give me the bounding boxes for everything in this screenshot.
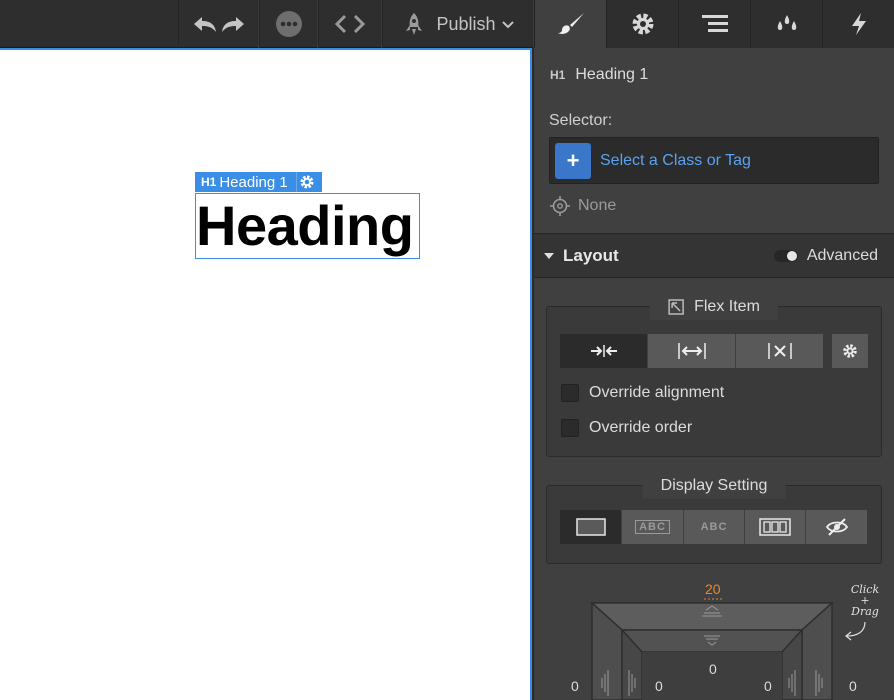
layout-title[interactable]: Layout — [544, 246, 619, 266]
interactions-tab[interactable] — [822, 0, 894, 48]
style-panel: H1 Heading 1 Selector: + Select a Class … — [534, 48, 894, 700]
code-export-button[interactable] — [318, 0, 382, 48]
element-type-badge: H1 — [550, 68, 566, 82]
flex-item-box: Flex Item Override alignment Override or… — [546, 294, 882, 457]
caret-down-icon — [544, 252, 554, 259]
top-toolbar: Publish — [0, 0, 534, 48]
display-setting-title: Display Setting — [642, 473, 786, 499]
flex-item-title: Flex Item — [650, 294, 778, 320]
swatches-tab[interactable] — [750, 0, 822, 48]
override-alignment-label: Override alignment — [589, 384, 725, 401]
shrink-icon — [590, 345, 617, 357]
selection-tag[interactable]: H1 Heading 1 — [195, 172, 322, 192]
gear-icon — [843, 344, 857, 358]
panel-tabs — [534, 0, 894, 48]
display-setting-box: Display Setting ABC ABC — [546, 473, 882, 564]
flex-child-icon — [668, 299, 684, 315]
display-inline-button[interactable]: ABC — [684, 510, 745, 544]
grow-icon — [677, 343, 706, 359]
redo-icon[interactable] — [220, 14, 246, 34]
layers-icon — [701, 15, 728, 32]
settings-tab[interactable] — [606, 0, 678, 48]
selector-label: Selector: — [549, 112, 613, 129]
flex-item-title-text: Flex Item — [694, 298, 760, 315]
override-order-checkbox[interactable] — [561, 419, 579, 437]
undo-icon[interactable] — [192, 14, 218, 34]
no-shrink-grow-button[interactable] — [736, 334, 823, 368]
rocket-icon — [406, 13, 423, 35]
droplets-icon — [777, 15, 796, 30]
publish-label: Publish — [436, 13, 496, 34]
selector-field[interactable]: + Select a Class or Tag — [549, 137, 879, 184]
hint-arrow-icon — [845, 621, 866, 641]
selected-heading-element[interactable]: Heading — [195, 193, 420, 259]
display-flex-button[interactable] — [745, 510, 806, 544]
display-segmented: ABC ABC — [560, 510, 867, 544]
layout-title-text: Layout — [563, 245, 619, 265]
paintbrush-icon — [557, 13, 584, 34]
override-alignment-checkbox[interactable] — [561, 384, 579, 402]
padding-top-value[interactable]: 0 — [709, 661, 717, 677]
override-order-row[interactable]: Override order — [561, 419, 692, 437]
padding-right-value[interactable]: 0 — [764, 678, 772, 694]
margin-left-value[interactable]: 0 — [571, 678, 579, 694]
flex-item-settings-button[interactable] — [832, 334, 868, 368]
gear-icon — [632, 13, 653, 35]
block-icon — [575, 518, 606, 536]
flex-sizing-segmented — [560, 334, 823, 368]
display-none-button[interactable] — [806, 510, 867, 544]
more-options-button[interactable] — [259, 0, 318, 48]
selected-element-label: H1 Heading 1 — [550, 66, 648, 84]
grow-button[interactable] — [648, 334, 736, 368]
inline-block-icon: ABC — [635, 520, 670, 534]
advanced-label: Advanced — [806, 246, 878, 264]
chevron-down-icon — [501, 21, 514, 29]
selection-tag-name: Heading 1 — [219, 173, 288, 191]
crosshair-icon — [550, 196, 570, 216]
advanced-toggle[interactable]: Advanced — [773, 246, 878, 265]
padding-left-value[interactable]: 0 — [655, 678, 663, 694]
heading-text[interactable]: Heading — [196, 194, 414, 258]
override-order-label: Override order — [589, 419, 693, 436]
display-inline-block-button[interactable]: ABC — [622, 510, 684, 544]
none-icon — [767, 343, 792, 359]
lightning-icon — [851, 13, 866, 35]
margin-top-value[interactable]: 20 — [705, 581, 721, 597]
undo-redo-button[interactable] — [178, 0, 259, 48]
toggle-switch[interactable] — [773, 249, 798, 262]
add-class-button[interactable]: + — [555, 142, 591, 179]
navigator-tab[interactable] — [678, 0, 750, 48]
element-settings-button[interactable] — [295, 172, 318, 192]
ellipsis-icon — [275, 11, 302, 37]
inline-icon: ABC — [700, 521, 728, 533]
spacing-box-graphic[interactable] — [582, 600, 842, 700]
flex-icon — [759, 518, 791, 536]
spacing-widget: 20 0 0 0 0 0 Click + Drag — [534, 578, 894, 700]
element-name: Heading 1 — [575, 66, 649, 83]
display-block-button[interactable] — [560, 510, 622, 544]
state-selector[interactable]: None — [550, 196, 616, 216]
override-alignment-row[interactable]: Override alignment — [561, 384, 724, 402]
click-drag-hint: Click + Drag — [850, 583, 880, 618]
gear-icon — [300, 175, 314, 189]
style-tab[interactable] — [534, 0, 606, 48]
state-label: None — [578, 197, 617, 214]
element-type-badge: H1 — [201, 175, 217, 189]
shrink-button[interactable] — [560, 334, 648, 368]
margin-right-value[interactable]: 0 — [849, 678, 857, 694]
selector-placeholder[interactable]: Select a Class or Tag — [600, 152, 751, 170]
code-brackets-icon — [335, 14, 365, 34]
design-canvas[interactable]: H1 Heading 1 Heading — [0, 48, 532, 700]
publish-button[interactable]: Publish — [382, 0, 534, 48]
hidden-eye-icon — [825, 518, 848, 536]
layout-section-header[interactable]: Layout Advanced — [534, 233, 894, 278]
